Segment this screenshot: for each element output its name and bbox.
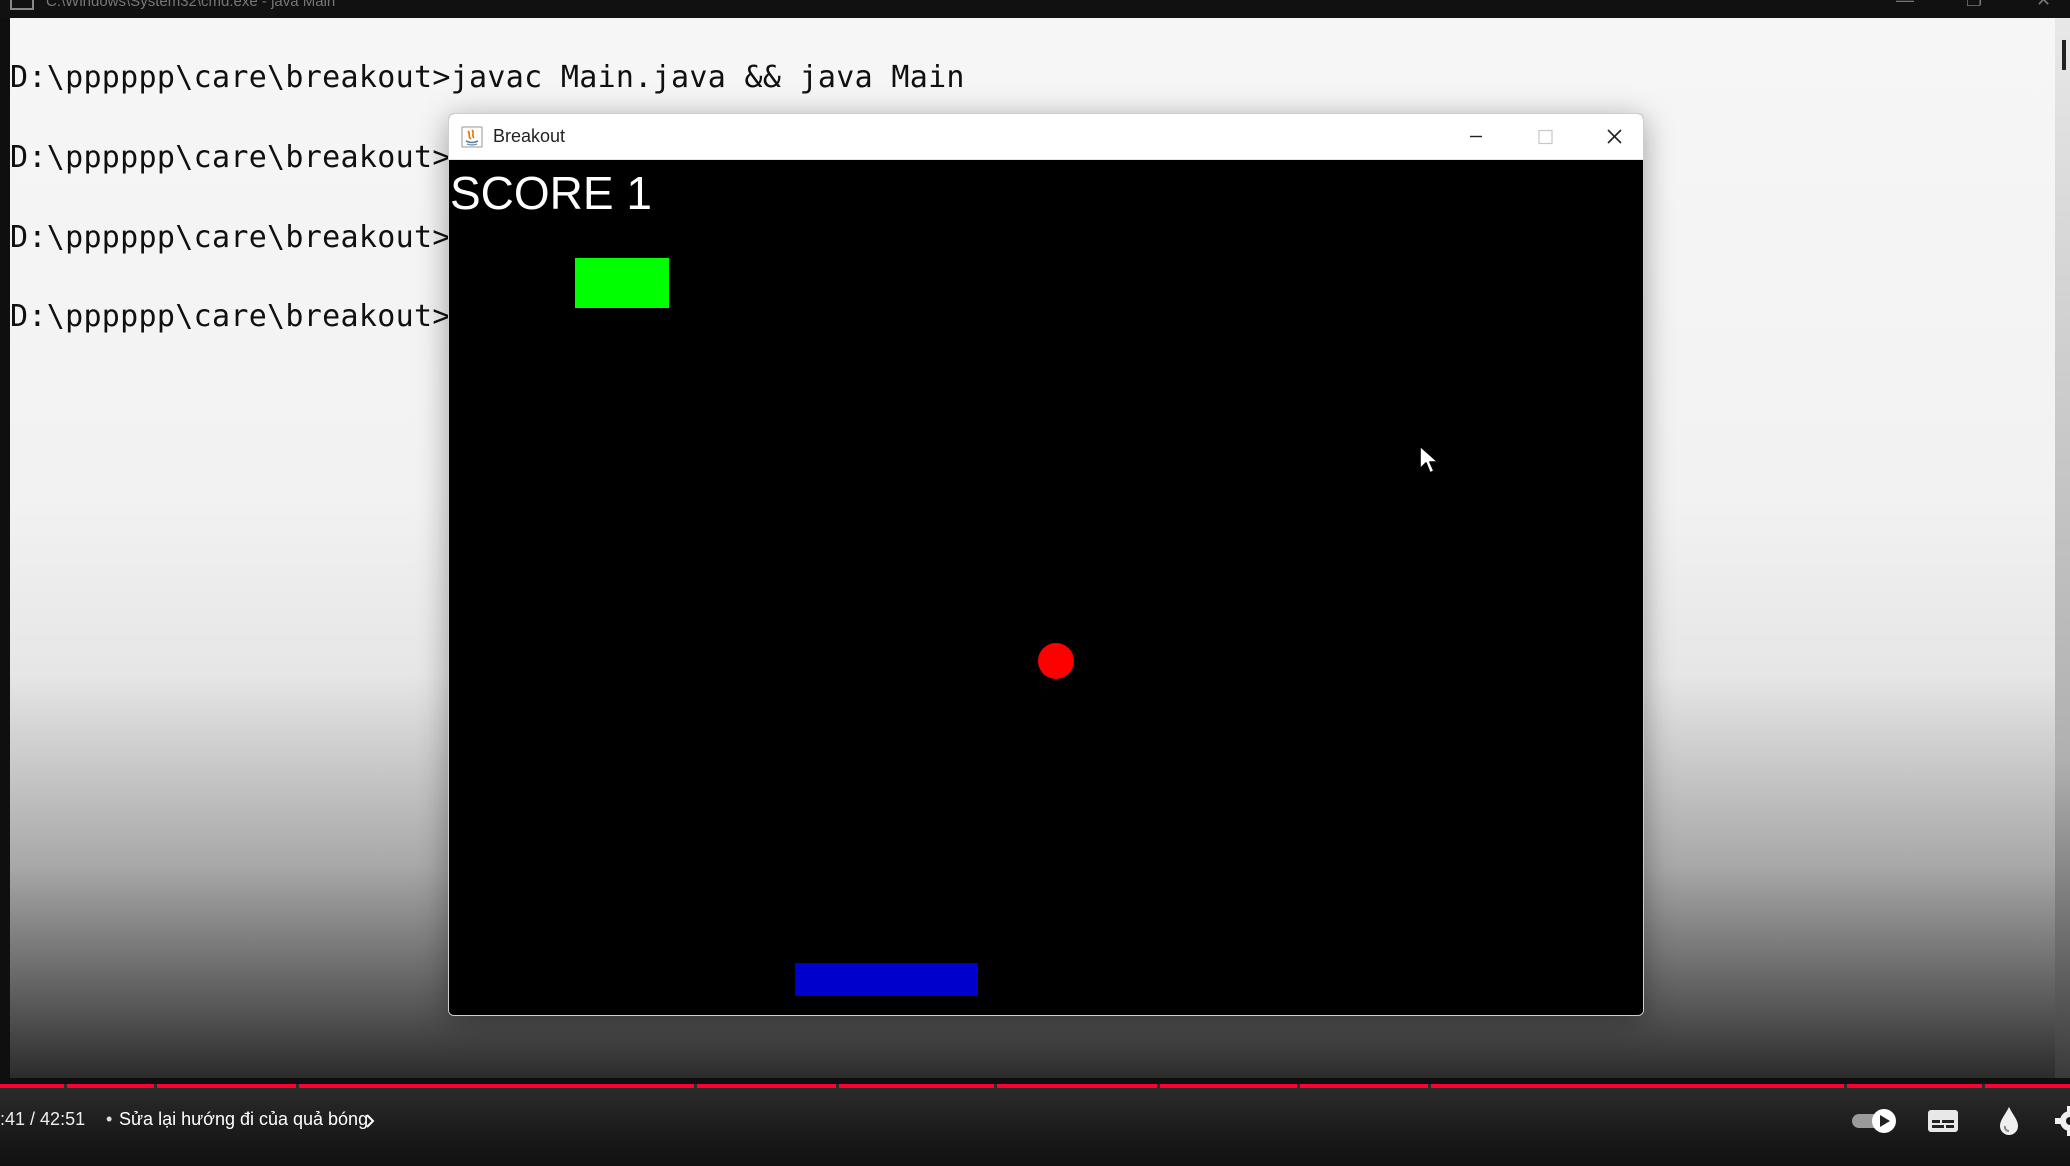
cmd-restore-icon[interactable]: ❐ [1966, 0, 1982, 9]
chevron-right-icon[interactable] [362, 1111, 378, 1131]
cmd-window-title: C:\Windows\System32\cmd.exe - java Main [46, 0, 336, 10]
maximize-icon [1538, 129, 1553, 145]
paddle [795, 963, 978, 996]
breakout-title-bar[interactable]: Breakout [449, 114, 1643, 160]
cmd-scrollbar-thumb[interactable] [2062, 40, 2066, 70]
close-icon[interactable] [1580, 114, 1644, 159]
minimize-icon[interactable] [1441, 114, 1511, 159]
mouse-cursor-icon [1419, 445, 1439, 474]
video-controls: 41:41 / 42:51 • Sửa lại hướng đi của quả… [0, 1088, 2070, 1166]
brick [575, 258, 669, 308]
time-display: 41:41 / 42:51 [0, 1109, 86, 1129]
chapter-title[interactable]: Sửa lại hướng đi của quả bóng [119, 1109, 368, 1130]
cmd-line: D:\pppppp\care\breakout> [10, 220, 451, 255]
cmd-minimize-icon[interactable]: — [1896, 0, 1914, 9]
cmd-scrollbar[interactable] [2055, 18, 2070, 1078]
ball [1038, 643, 1074, 679]
subtitles-icon[interactable] [1927, 1108, 1959, 1134]
ambient-icon[interactable] [1996, 1105, 2022, 1137]
java-icon [461, 126, 483, 148]
cmd-title-bar: C:\Windows\System32\cmd.exe - java Main … [0, 0, 2070, 18]
settings-icon[interactable] [2054, 1105, 2070, 1137]
screen: C:\Windows\System32\cmd.exe - java Main … [0, 0, 2070, 1166]
cmd-line: D:\pppppp\care\breakout> [10, 140, 451, 175]
breakout-window[interactable]: Breakout SCORE 1 [448, 113, 1644, 1016]
score-label: SCORE 1 [450, 167, 652, 219]
breakout-window-title: Breakout [493, 126, 566, 146]
cmd-line: D:\pppppp\care\breakout>javac Main.java … [10, 60, 965, 95]
cmd-line: D:\pppppp\care\breakout> [10, 299, 451, 334]
autoplay-toggle-icon[interactable] [1850, 1106, 1900, 1136]
cmd-app-icon [10, 0, 34, 10]
chapter-separator: • [106, 1109, 113, 1129]
cmd-close-icon[interactable]: ✕ [2036, 0, 2051, 9]
